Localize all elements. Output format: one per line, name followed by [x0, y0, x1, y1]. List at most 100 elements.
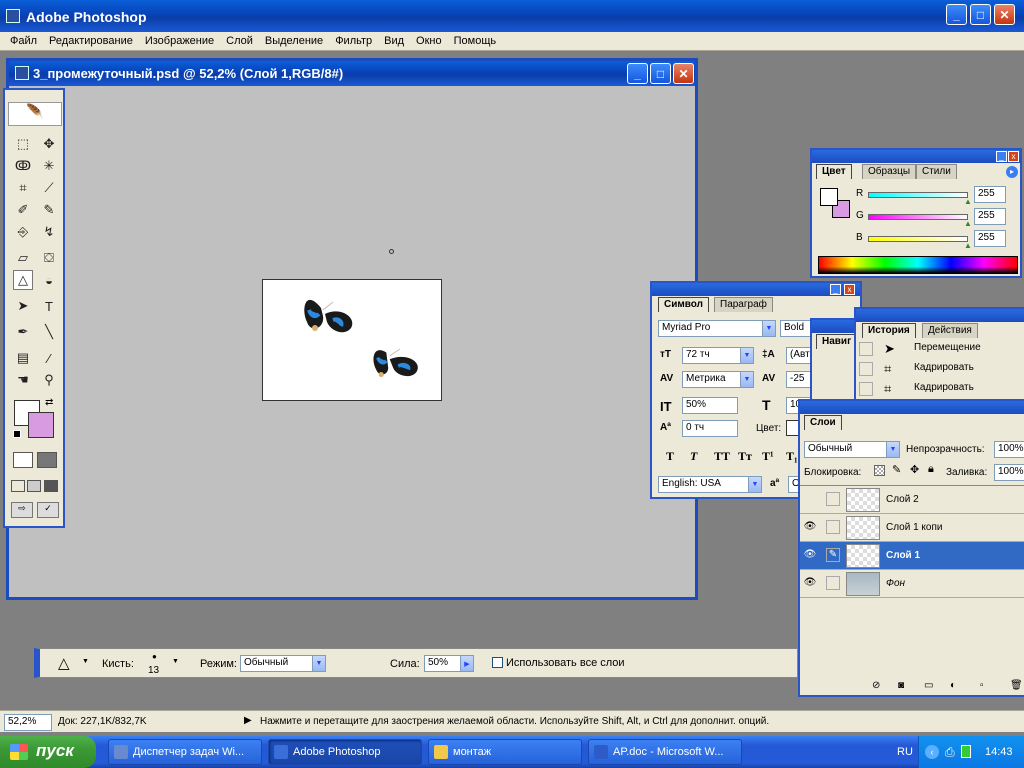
- hand-tool-icon[interactable]: ☚: [13, 370, 33, 390]
- type-tool-icon[interactable]: T: [39, 296, 59, 316]
- lock-all-icon[interactable]: 🔒︎: [928, 463, 934, 476]
- layer-link-box[interactable]: [826, 576, 840, 590]
- layer-thumbnail[interactable]: [846, 516, 880, 540]
- eye-icon[interactable]: 👁︎: [803, 521, 817, 533]
- text-style-button[interactable]: Tт: [738, 449, 752, 464]
- healing-tool-icon[interactable]: ✐: [13, 200, 33, 220]
- font-family-select[interactable]: Myriad Pro ▼: [658, 320, 776, 337]
- link-layers-icon[interactable]: ⊘: [872, 680, 880, 691]
- layer-thumbnail[interactable]: [846, 544, 880, 568]
- magic-wand-tool-icon[interactable]: ✳: [39, 156, 59, 176]
- menu-item-3[interactable]: Слой: [220, 33, 259, 49]
- history-item[interactable]: ➤ Перемещение: [856, 339, 1024, 359]
- history-snapshot-box[interactable]: [859, 362, 873, 376]
- new-layer-icon[interactable]: ▫: [980, 680, 984, 691]
- status-arrow-icon[interactable]: ▶: [244, 715, 252, 726]
- default-colors-icon[interactable]: [13, 430, 21, 438]
- taskbar-button[interactable]: Диспетчер задач Wi...: [108, 739, 262, 765]
- channel-value-input[interactable]: 255: [974, 208, 1006, 225]
- brush-link-icon[interactable]: ✎: [826, 548, 840, 562]
- sharpen-tool-icon[interactable]: △: [13, 270, 33, 290]
- layer-mask-icon[interactable]: ▭: [924, 680, 933, 691]
- eraser-tool-icon[interactable]: ▱: [13, 248, 33, 268]
- brush-tool-icon[interactable]: ✎: [39, 200, 59, 220]
- font-size-select[interactable]: 72 тч ▼: [682, 347, 754, 364]
- brush-picker-chevron-icon[interactable]: ▼: [172, 658, 179, 665]
- kerning-select[interactable]: Метрика ▼: [682, 371, 754, 388]
- layer-style-icon[interactable]: ◙: [898, 680, 904, 691]
- panel-menu-icon[interactable]: ▸: [1006, 166, 1018, 178]
- char-panel-close-button[interactable]: x: [844, 284, 855, 295]
- imageready-icon[interactable]: ✓: [37, 502, 59, 518]
- tab-swatches[interactable]: Образцы: [862, 164, 917, 179]
- eyedropper-tool-icon[interactable]: ⁄: [39, 348, 59, 368]
- color-spectrum-bar[interactable]: [818, 256, 1018, 274]
- canvas-image[interactable]: [262, 279, 442, 401]
- char-panel-minimize-button[interactable]: _: [830, 284, 841, 295]
- layer-thumbnail[interactable]: [846, 572, 880, 596]
- layer-row[interactable]: 👁︎ Фон: [800, 570, 1024, 598]
- channel-value-input[interactable]: 255: [974, 230, 1006, 247]
- history-item[interactable]: ⌗ Кадрировать: [856, 379, 1024, 399]
- sharpen-tool-icon[interactable]: △: [58, 654, 70, 672]
- move-tool-icon[interactable]: ✥: [39, 134, 59, 154]
- language-indicator[interactable]: RU: [897, 746, 913, 758]
- history-snapshot-box[interactable]: [859, 382, 873, 396]
- tab-layers[interactable]: Слои: [804, 415, 842, 430]
- menu-item-2[interactable]: Изображение: [139, 33, 220, 49]
- tab-navigator[interactable]: Навиг: [816, 334, 858, 349]
- channel-slider[interactable]: [868, 214, 968, 220]
- start-button[interactable]: пуск: [0, 736, 96, 768]
- mode-select[interactable]: Обычный ▼: [240, 655, 326, 672]
- taskbar-button[interactable]: Adobe Photoshop: [268, 739, 422, 765]
- swap-colors-icon[interactable]: ⇄: [45, 397, 53, 408]
- tab-styles[interactable]: Стили: [916, 164, 957, 179]
- strength-input[interactable]: 50% ▶: [424, 655, 474, 672]
- eye-hidden-icon[interactable]: [803, 493, 817, 505]
- screen-mode-icon[interactable]: [11, 480, 25, 492]
- adjustment-layer-icon[interactable]: ◐: [950, 680, 956, 691]
- character-panel-bar[interactable]: _ x: [652, 283, 860, 296]
- slider-thumb-icon[interactable]: ▲: [964, 241, 972, 250]
- menu-item-7[interactable]: Окно: [410, 33, 448, 49]
- color-panel-close-button[interactable]: x: [1008, 151, 1019, 162]
- minimize-button[interactable]: _: [946, 4, 967, 25]
- layer-row[interactable]: 👁︎ Слой 1 копи: [800, 514, 1024, 542]
- bucket-tool-icon[interactable]: ⛋: [39, 248, 59, 268]
- close-button[interactable]: ✕: [994, 4, 1015, 25]
- lock-image-icon[interactable]: ✎: [892, 463, 901, 476]
- zoom-tool-icon[interactable]: ⚲: [39, 370, 59, 390]
- color-fg-swatch[interactable]: [820, 188, 838, 206]
- doc-minimize-button[interactable]: _: [627, 63, 648, 84]
- lock-position-icon[interactable]: ✥: [910, 463, 919, 476]
- lock-transparency-icon[interactable]: [874, 465, 885, 476]
- slider-thumb-icon[interactable]: ▲: [964, 197, 972, 206]
- quick-mask-icon[interactable]: [37, 452, 57, 468]
- history-snapshot-box[interactable]: [859, 342, 873, 356]
- tool-preset-chevron-icon[interactable]: ▼: [82, 658, 89, 665]
- layer-row[interactable]: 👁︎ ✎ Слой 1: [800, 542, 1024, 570]
- standard-mode-icon[interactable]: [13, 452, 33, 468]
- tab-color[interactable]: Цвет: [816, 164, 852, 179]
- slider-thumb-icon[interactable]: ▲: [964, 219, 972, 228]
- lasso-tool-icon[interactable]: ↂ: [13, 156, 33, 176]
- menu-item-6[interactable]: Вид: [378, 33, 410, 49]
- crop-tool-icon[interactable]: ⌗: [13, 178, 33, 198]
- background-color-swatch[interactable]: [28, 412, 54, 438]
- text-style-button[interactable]: T₁: [786, 449, 798, 464]
- history-brush-tool-icon[interactable]: ↯: [39, 222, 59, 242]
- tab-history[interactable]: История: [862, 323, 916, 338]
- taskbar-button[interactable]: AP.doc - Microsoft W...: [588, 739, 742, 765]
- eye-icon[interactable]: 👁︎: [803, 549, 817, 561]
- baseline-shift-input[interactable]: 0 тч: [682, 420, 738, 437]
- text-style-button[interactable]: T: [666, 449, 674, 464]
- opacity-input[interactable]: 100%: [994, 441, 1024, 458]
- slice-tool-icon[interactable]: ⟋: [39, 178, 59, 198]
- doc-close-button[interactable]: ✕: [673, 63, 694, 84]
- brush-preview-icon[interactable]: ●: [152, 652, 157, 661]
- language-select[interactable]: English: USA ▼: [658, 476, 762, 493]
- printer-icon[interactable]: ⎙: [945, 745, 955, 760]
- path-select-tool-icon[interactable]: ➤: [13, 296, 33, 316]
- history-panel-bar[interactable]: [856, 309, 1024, 322]
- delete-layer-icon[interactable]: 🗑︎: [1010, 680, 1023, 691]
